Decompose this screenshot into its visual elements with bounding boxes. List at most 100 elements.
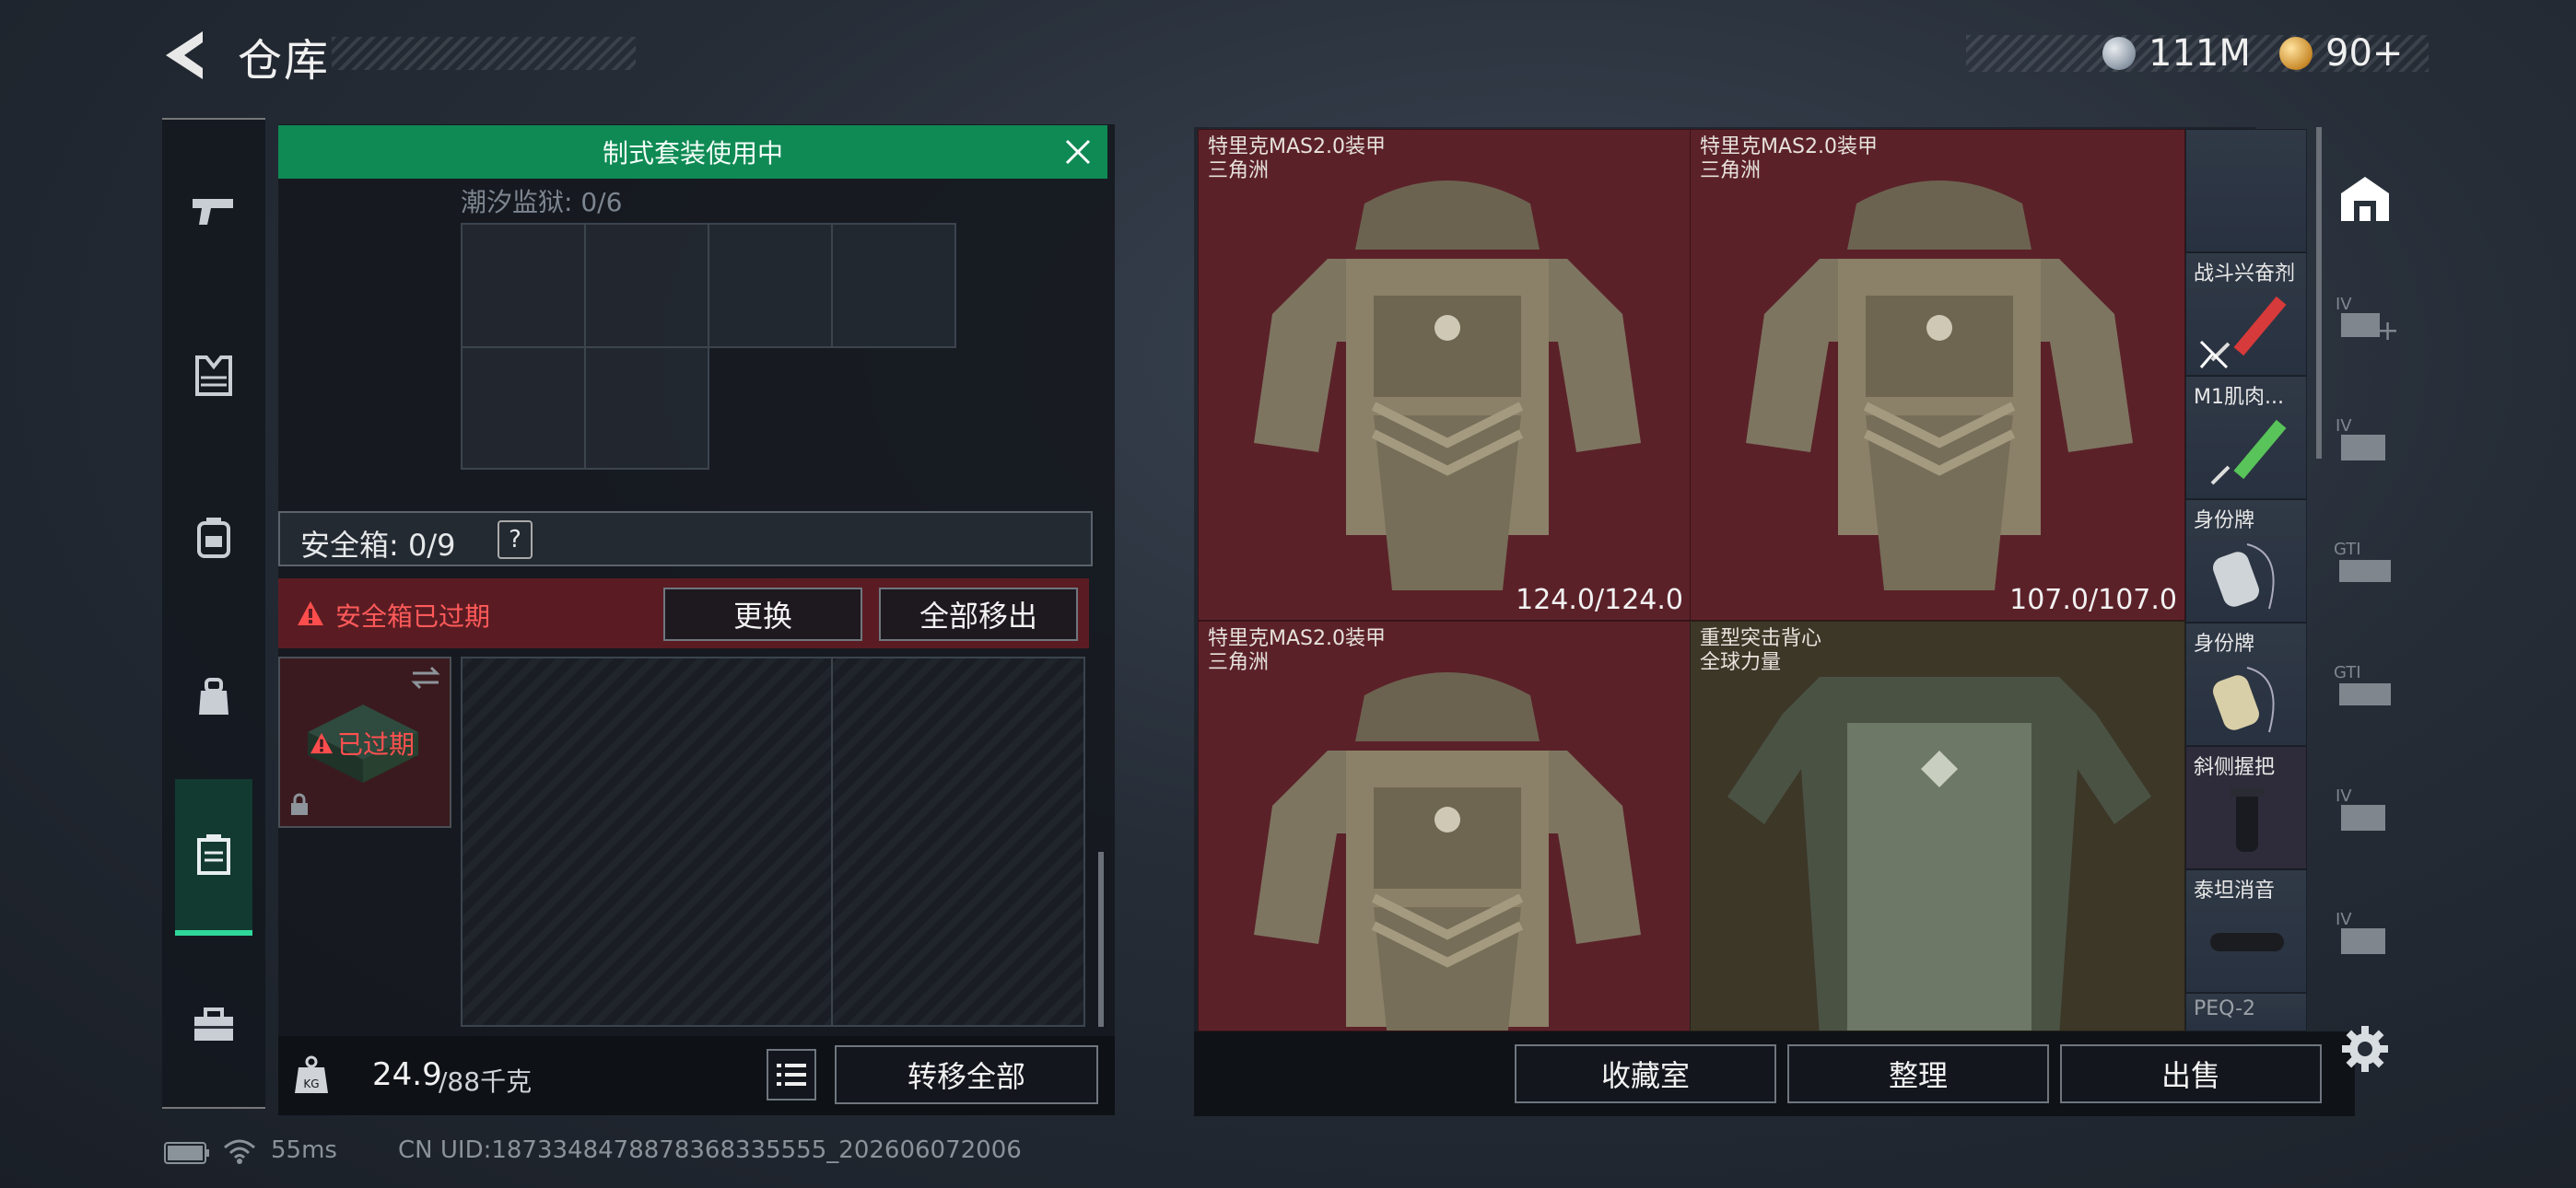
safe-box-icon	[197, 834, 230, 875]
armor-vest-image	[1254, 672, 1641, 1031]
pouch-icon	[199, 678, 228, 715]
weight-value: 24.9	[372, 1056, 442, 1093]
back-button[interactable]	[162, 28, 208, 83]
storage-iv-icon: IV	[2336, 416, 2395, 468]
gold-coin-icon	[2279, 37, 2313, 70]
safe-box-grid[interactable]	[461, 657, 1085, 1027]
close-icon[interactable]	[1063, 137, 1093, 167]
list-icon	[777, 1064, 806, 1086]
armor-vest-image	[1746, 181, 2133, 590]
storage-item[interactable]: 战斗兴奋剂	[2185, 252, 2307, 376]
storage-item[interactable]: 身份牌	[2185, 623, 2307, 746]
sidebar-item-storage-5[interactable]: IV	[2320, 768, 2410, 856]
container-slot[interactable]	[708, 223, 833, 348]
currency-silver[interactable]: 111M	[2102, 29, 2251, 77]
sort-button[interactable]: 整理	[1787, 1044, 2049, 1103]
safe-box-header: 安全箱: 0/9 ?	[278, 511, 1093, 566]
list-view-button[interactable]	[767, 1049, 816, 1101]
title-decoration	[332, 37, 636, 70]
tab-safe-box[interactable]	[175, 779, 252, 936]
storage-item[interactable]: 特里克MAS2.0装甲 三角洲	[1198, 621, 1692, 1031]
storage-iv-add-icon: IV +	[2336, 295, 2400, 347]
weight-max: /88千克	[439, 1066, 533, 1097]
tab-weapon[interactable]	[162, 160, 265, 263]
storage-action-bar: 收藏室 整理 出售	[1194, 1031, 2355, 1116]
angled-grip-image	[2231, 787, 2264, 852]
durability: 124.0/124.0	[1516, 584, 1683, 616]
silver-coin-icon	[2102, 37, 2136, 70]
sell-button[interactable]: 出售	[2060, 1044, 2322, 1103]
weight-bar: KG 24.9 /88千克 转移全部	[278, 1036, 1115, 1115]
dog-tag-image	[2213, 667, 2275, 733]
storage-item[interactable]: 身份牌	[2185, 499, 2307, 623]
storage-item-empty[interactable]	[2185, 129, 2307, 252]
heavy-vest-image	[1727, 677, 2151, 1031]
battery-icon	[164, 1142, 210, 1168]
left-scrollbar[interactable]	[1098, 852, 1104, 1027]
collection-room-button[interactable]: 收藏室	[1515, 1044, 1776, 1103]
svg-text:KG: KG	[303, 1077, 319, 1090]
storage-iv-2-icon: IV	[2336, 786, 2395, 838]
muscle-injector-image	[2210, 419, 2287, 485]
storage-sidebar: IV + IV GTI GTI IV IV	[2320, 127, 2410, 1048]
ping-text: 55ms	[271, 1136, 337, 1164]
sidebar-item-storage-3[interactable]: GTI	[2320, 521, 2410, 610]
armor-vest-image	[1254, 181, 1641, 590]
storage-item[interactable]: PEQ-2	[2185, 993, 2307, 1031]
sidebar-item-storage-4[interactable]: GTI	[2320, 645, 2410, 733]
expired-badge: 已过期	[337, 729, 416, 760]
category-tabs	[162, 118, 265, 1109]
container-slot[interactable]	[461, 223, 586, 348]
transfer-all-button[interactable]: 转移全部	[835, 1045, 1098, 1104]
pistol-icon	[193, 199, 233, 225]
weight-icon: KG	[295, 1055, 328, 1093]
warning-icon	[310, 732, 333, 754]
stim-injector-image	[2199, 296, 2287, 369]
warehouse-icon	[2341, 177, 2389, 221]
dog-tag-image	[2213, 543, 2275, 610]
sidebar-item-storage-1[interactable]: IV +	[2320, 276, 2410, 365]
storage-item[interactable]: 泰坦消音	[2185, 869, 2307, 993]
storage-item[interactable]: 斜侧握把	[2185, 746, 2307, 869]
storage-item[interactable]: 特里克MAS2.0装甲 三角洲 124.0/124.0	[1198, 129, 1692, 621]
suppressor-image	[2210, 933, 2284, 951]
tab-backpack[interactable]	[162, 486, 265, 589]
warning-icon	[298, 601, 323, 625]
container-slot[interactable]	[584, 223, 709, 348]
container-slot[interactable]	[831, 223, 956, 348]
storage-item[interactable]: M1肌肉...	[2185, 376, 2307, 499]
storage-iv-3-icon: IV	[2336, 910, 2395, 961]
uid-text: CN UID:1873348478878368335555_2026060720…	[398, 1136, 1022, 1164]
currency-gold[interactable]: 90+	[2279, 29, 2403, 77]
backpack-icon	[197, 518, 230, 558]
replace-button[interactable]: 更换	[663, 588, 862, 641]
container-label: 潮汐监狱: 0/6	[461, 187, 623, 217]
expired-warning-text: 安全箱已过期	[335, 601, 491, 632]
storage-item[interactable]: 特里克MAS2.0装甲 三角洲 107.0/107.0	[1690, 129, 2185, 621]
storage-gti-2-icon: GTI	[2334, 663, 2396, 715]
wifi-icon	[223, 1138, 256, 1168]
sidebar-item-warehouse[interactable]	[2320, 155, 2410, 243]
vest-icon	[195, 355, 232, 396]
remove-all-button[interactable]: 全部移出	[879, 588, 1078, 641]
storage-item[interactable]: 重型突击背心 全球力量	[1690, 621, 2185, 1031]
expired-bar: 安全箱已过期 更换 全部移出	[278, 578, 1089, 648]
durability: 107.0/107.0	[2009, 584, 2177, 616]
sidebar-item-storage-6[interactable]: IV	[2320, 891, 2410, 980]
swap-icon[interactable]	[409, 666, 442, 690]
tab-armor[interactable]	[162, 324, 265, 427]
settings-button[interactable]	[2340, 1024, 2390, 1077]
container-slot[interactable]	[584, 346, 709, 470]
sidebar-item-storage-2[interactable]: IV	[2320, 398, 2410, 486]
safe-box-item[interactable]: 已过期	[278, 657, 451, 828]
help-button[interactable]: ?	[498, 520, 533, 559]
storage-gti-icon: GTI	[2334, 540, 2396, 591]
back-arrow-icon	[166, 31, 203, 79]
safe-box-label: 安全箱: 0/9	[300, 528, 456, 563]
tab-toolbox[interactable]	[162, 973, 265, 1076]
page-title: 仓库	[238, 35, 331, 87]
gear-icon	[2342, 1026, 2388, 1072]
toolbox-icon	[194, 1007, 233, 1041]
tab-pouch[interactable]	[162, 645, 265, 748]
container-slot[interactable]	[461, 346, 586, 470]
